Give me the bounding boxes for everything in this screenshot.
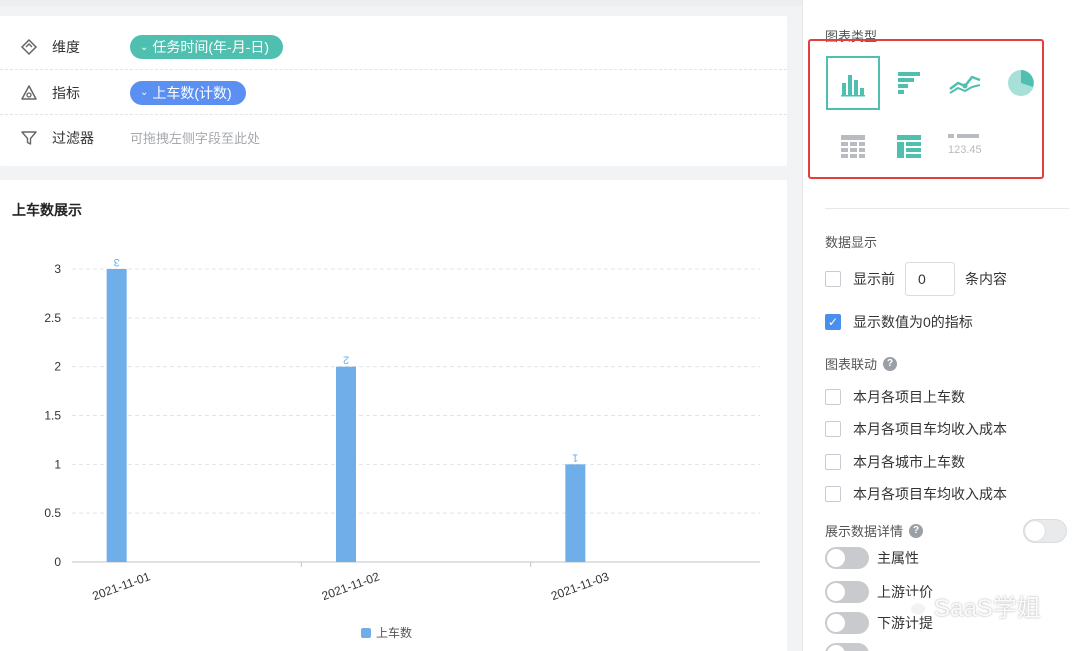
x-tick-label: 2021-11-03 — [549, 569, 611, 603]
y-tick-label: 2 — [54, 360, 61, 374]
details-toggle[interactable] — [825, 547, 869, 569]
x-tick-label: 2021-11-02 — [320, 569, 382, 603]
filter-label: 过滤器 — [52, 129, 94, 146]
check-icon: ✓ — [827, 315, 839, 329]
y-tick-label: 0 — [54, 555, 61, 569]
legend-label: 上车数 — [376, 625, 412, 640]
detail-table-icon[interactable] — [882, 119, 936, 173]
details-item-partial — [825, 643, 877, 651]
bar — [565, 464, 586, 562]
y-tick-label: 1 — [54, 457, 61, 471]
linkage-item-label: 本月各项目车均收入成本 — [853, 486, 1007, 502]
chevron-down-icon: ⌄ — [140, 87, 149, 98]
linkage-checkbox[interactable] — [825, 454, 841, 470]
y-tick-label: 0.5 — [44, 506, 61, 520]
dimension-icon — [18, 36, 40, 58]
details-toggle[interactable] — [825, 643, 869, 651]
top-strip — [0, 0, 802, 6]
chart-card: 上车数展示 0 0.5 1 1.5 2 2.5 3 3 2021-11-01 2 2021-11-0… — [0, 180, 787, 651]
linkage-item: 本月各城市上车数 — [825, 452, 965, 472]
x-tick-label: 2021-11-01 — [90, 569, 152, 603]
linkage-item-label: 本月各城市上车数 — [853, 454, 965, 470]
linkage-item: 本月各项目车均收入成本 — [825, 484, 1007, 504]
bar-data-label: 2 — [343, 354, 349, 366]
details-toggle[interactable] — [825, 612, 869, 634]
data-display-title: 数据显示 — [825, 235, 878, 250]
settings-panel: 图表类型 123.45 数据显示 显示前 0 条内容 ✓ 显示数值为0的指标 图… — [802, 0, 1080, 651]
help-icon[interactable]: ? — [909, 523, 924, 538]
dimension-row: 维度 ⌄ 任务时间(年-月-日) — [0, 24, 787, 70]
y-tick-label: 2.5 — [44, 311, 61, 325]
linkage-item: 本月各项目车均收入成本 — [825, 419, 1007, 439]
linkage-checkbox[interactable] — [825, 486, 841, 502]
wechat-icon — [901, 595, 927, 616]
line-chart-icon[interactable] — [938, 56, 992, 110]
chart-type-selector: 123.45 — [808, 39, 1044, 179]
details-item: 主属性 — [825, 547, 919, 569]
watermark-text: SaaS学姐 — [934, 595, 1041, 622]
y-tick-label: 1.5 — [44, 409, 61, 423]
linkage-item: 本月各项目上车数 — [825, 387, 965, 407]
dimension-pill[interactable]: ⌄ 任务时间(年-月-日) — [130, 35, 284, 59]
details-title-row: 展示数据详情 ? — [825, 521, 924, 540]
watermark: SaaS学姐 — [900, 588, 1041, 623]
linkage-checkbox[interactable] — [825, 389, 841, 405]
show-top-prefix: 显示前 — [853, 271, 895, 287]
show-top-checkbox[interactable] — [825, 271, 841, 287]
bar-data-label: 1 — [572, 451, 578, 463]
help-icon[interactable]: ? — [883, 356, 898, 371]
bar-data-label: 3 — [114, 256, 120, 268]
filter-drop-zone[interactable]: 可拖拽左侧字段至此处 — [130, 128, 260, 147]
legend-swatch — [361, 628, 371, 638]
linkage-item-label: 本月各项目上车数 — [853, 389, 965, 405]
cross-table-icon[interactable] — [826, 119, 880, 173]
left-workspace: 维度 ⌄ 任务时间(年-月-日) 指标 ⌄ 上车数(计数) 过滤器 可拖拽左侧字… — [0, 0, 802, 651]
indicator-card-text: 123.45 — [948, 144, 982, 156]
linkage-title-row: 图表联动 ? — [825, 354, 898, 373]
field-config-panel: 维度 ⌄ 任务时间(年-月-日) 指标 ⌄ 上车数(计数) 过滤器 可拖拽左侧字… — [0, 16, 787, 166]
y-tick-label: 3 — [54, 262, 61, 276]
details-item-label: 主属性 — [877, 550, 919, 566]
linkage-title: 图表联动 — [825, 357, 878, 372]
linkage-checkbox[interactable] — [825, 421, 841, 437]
bar-chart-icon[interactable] — [882, 56, 936, 110]
show-top-suffix: 条内容 — [965, 271, 1007, 287]
bar — [336, 366, 356, 562]
details-title: 展示数据详情 — [825, 524, 904, 539]
show-zero-label: 显示数值为0的指标 — [853, 314, 973, 330]
metric-icon — [18, 82, 40, 104]
linkage-item-label: 本月各项目车均收入成本 — [853, 421, 1007, 437]
divider — [825, 208, 1069, 209]
dimension-value: 任务时间(年-月-日) — [152, 39, 270, 55]
filter-row: 过滤器 可拖拽左侧字段至此处 — [0, 114, 787, 160]
chevron-down-icon: ⌄ — [140, 41, 149, 53]
show-top-row: 显示前 0 条内容 — [825, 262, 1007, 296]
metric-label: 指标 — [52, 84, 80, 101]
filter-icon — [18, 127, 40, 149]
pie-chart-icon[interactable] — [994, 56, 1048, 110]
show-zero-checkbox[interactable]: ✓ — [825, 314, 841, 330]
details-master-toggle[interactable] — [1023, 519, 1067, 543]
metric-pill[interactable]: ⌄ 上车数(计数) — [130, 80, 246, 105]
dimension-label: 维度 — [52, 39, 80, 55]
bar — [106, 269, 127, 562]
metric-row: 指标 ⌄ 上车数(计数) — [0, 69, 787, 115]
indicator-card-icon[interactable]: 123.45 — [938, 119, 992, 173]
details-toggle[interactable] — [825, 581, 869, 603]
metric-value: 上车数(计数) — [152, 84, 232, 101]
column-chart-icon[interactable] — [826, 56, 880, 110]
show-zero-row: ✓ 显示数值为0的指标 — [825, 312, 973, 332]
show-top-input[interactable]: 0 — [905, 262, 955, 296]
bar-chart: 0 0.5 1 1.5 2 2.5 3 3 2021-11-01 2 2021-11-02 1 2021… — [44, 256, 760, 640]
